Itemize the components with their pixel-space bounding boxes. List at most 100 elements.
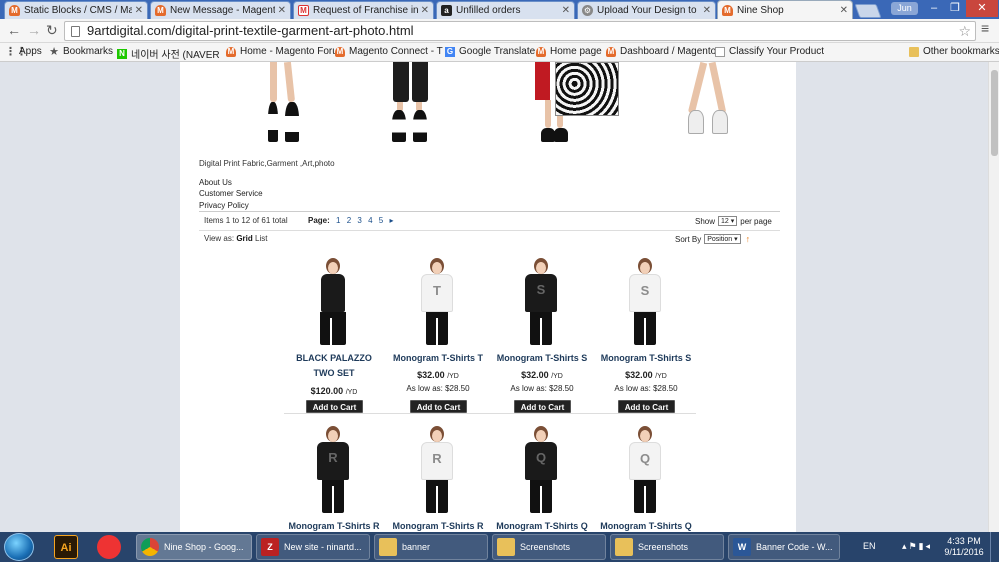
add-to-cart-button[interactable]: Add to Cart xyxy=(410,400,467,413)
close-icon[interactable]: ✕ xyxy=(135,5,143,16)
taskbar-item-banner-folder[interactable]: banner xyxy=(374,534,488,560)
product-image[interactable]: S xyxy=(624,258,668,346)
start-button[interactable] xyxy=(4,533,34,561)
view-list[interactable]: List xyxy=(255,234,267,243)
bookmark-apps[interactable]: ⋮⋮ Apps xyxy=(5,46,42,57)
bookmark-dashboard[interactable]: M Dashboard / Magento xyxy=(606,46,716,57)
close-icon[interactable]: ✕ xyxy=(840,5,848,16)
vertical-scrollbar[interactable] xyxy=(988,62,999,532)
reload-icon[interactable]: ↻ xyxy=(46,22,58,39)
link-customer-service[interactable]: Customer Service xyxy=(199,189,263,198)
bookmark-other[interactable]: Other bookmarks xyxy=(909,46,999,57)
tab-new-message[interactable]: M New Message - Magento ✕ xyxy=(150,1,291,19)
folder-icon xyxy=(497,538,515,556)
url-text: 9artdigital.com/digital-print-textile-ga… xyxy=(87,23,414,38)
restore-button[interactable]: ❐ xyxy=(945,0,965,17)
bookmark-google-translate[interactable]: G Google Translate xyxy=(445,46,535,57)
bookmark-star-icon[interactable]: ☆ xyxy=(958,22,971,40)
product-image[interactable]: R xyxy=(312,426,356,514)
add-to-cart-button[interactable]: Add to Cart xyxy=(514,400,571,413)
tab-franchise[interactable]: M Request of Franchise info ✕ xyxy=(293,1,434,19)
close-icon[interactable]: ✕ xyxy=(703,5,711,16)
new-tab-button[interactable] xyxy=(854,4,882,18)
taskbar-item-word[interactable]: W Banner Code - W... xyxy=(728,534,840,560)
product-image[interactable]: T xyxy=(416,258,460,346)
illustrator-icon[interactable]: Ai xyxy=(54,535,78,559)
product-image[interactable]: S xyxy=(520,258,564,346)
gear-icon: ⚙ xyxy=(582,5,593,16)
taskbar-item-screenshots-1[interactable]: Screenshots xyxy=(492,534,606,560)
per-page-control: Show 12 ▾ per page xyxy=(695,216,772,226)
close-icon[interactable]: ✕ xyxy=(421,5,429,16)
bookmark-magento-connect[interactable]: M Magento Connect - T xyxy=(335,46,443,57)
page-2[interactable]: 2 xyxy=(347,216,351,225)
minimize-button[interactable]: – xyxy=(924,0,944,17)
tab-nine-shop[interactable]: M Nine Shop ✕ xyxy=(717,0,853,19)
view-grid[interactable]: Grid xyxy=(236,234,252,243)
folder-icon xyxy=(379,538,397,556)
as-low-as-price: As low as: $28.50 xyxy=(510,384,574,393)
sort-direction-icon[interactable]: ↑ xyxy=(746,234,751,244)
product-name[interactable]: BLACK PALAZZO TWO SET xyxy=(286,351,382,381)
profile-badge[interactable]: Jun xyxy=(891,2,918,15)
product-name[interactable]: Monogram T-Shirts S xyxy=(494,351,590,366)
add-to-cart-button[interactable]: Add to Cart xyxy=(618,400,675,413)
close-window-button[interactable]: ✕ xyxy=(966,0,998,17)
product-image[interactable]: R xyxy=(416,426,460,514)
tab-unfilled-orders[interactable]: a Unfilled orders ✕ xyxy=(436,1,575,19)
toolbar-divider xyxy=(199,230,780,231)
as-low-as-price: As low as: $28.50 xyxy=(406,384,470,393)
product-name[interactable]: Monogram T-Shirts S xyxy=(598,351,694,366)
product-name[interactable]: Monogram T-Shirts Q xyxy=(494,519,590,532)
product-name[interactable]: Monogram T-Shirts R xyxy=(286,519,382,532)
link-privacy-policy[interactable]: Privacy Policy xyxy=(199,201,249,210)
bookmark-magento-forum[interactable]: M Home - Magento Foru xyxy=(226,46,338,57)
page-viewport: Digital Print Fabric,Garment ,Art,photo … xyxy=(0,62,988,532)
show-desktop-button[interactable] xyxy=(990,532,999,562)
page-icon xyxy=(71,26,80,37)
next-page-icon[interactable]: ▸ xyxy=(389,216,393,225)
menu-icon[interactable]: ≡ xyxy=(981,20,989,36)
amazon-icon: a xyxy=(441,5,452,16)
view-mode: View as: Grid List xyxy=(204,234,268,243)
system-tray-icons[interactable]: ▴⚑▮◂ xyxy=(902,541,932,552)
tab-static-blocks[interactable]: M Static Blocks / CMS / Mag ✕ xyxy=(4,1,148,19)
page-1[interactable]: 1 xyxy=(336,216,340,225)
product-image[interactable] xyxy=(312,258,356,346)
page-3[interactable]: 3 xyxy=(357,216,361,225)
magento-icon: M xyxy=(335,46,345,57)
page-5[interactable]: 5 xyxy=(379,216,383,225)
link-about-us[interactable]: About Us xyxy=(199,178,232,187)
scrollbar-thumb[interactable] xyxy=(991,70,998,156)
close-icon[interactable]: ✕ xyxy=(278,5,286,16)
taskbar-item-filezilla[interactable]: Z New site - ninartd... xyxy=(256,534,370,560)
product-image[interactable]: Q xyxy=(624,426,668,514)
taskbar-item-chrome[interactable]: Nine Shop - Goog... xyxy=(136,534,252,560)
address-bar[interactable]: 9artdigital.com/digital-print-textile-ga… xyxy=(64,21,976,41)
product-name[interactable]: Monogram T-Shirts Q xyxy=(598,519,694,532)
magento-icon: M xyxy=(606,46,616,57)
tab-upload-design[interactable]: ⚙ Upload Your Design to Fa ✕ xyxy=(577,1,716,19)
windows-taskbar: Ai Nine Shop - Goog... Z New site - nina… xyxy=(0,532,999,562)
back-arrow-icon[interactable]: ← xyxy=(7,22,21,38)
items-count: Items 1 to 12 of 61 total xyxy=(204,216,288,225)
per-page-select[interactable]: 12 ▾ xyxy=(718,216,738,226)
bookmark-classify-product[interactable]: Classify Your Product xyxy=(715,46,824,57)
system-clock[interactable]: 4:33 PM 9/11/2016 xyxy=(944,536,984,558)
product-name[interactable]: Monogram T-Shirts T xyxy=(390,351,486,366)
bookmark-home-page[interactable]: M Home page xyxy=(536,46,602,57)
page-4[interactable]: 4 xyxy=(368,216,372,225)
product-image[interactable]: Q xyxy=(520,426,564,514)
product-name[interactable]: Monogram T-Shirts R xyxy=(390,519,486,532)
bookmark-bookmarks[interactable]: ★ Bookmarks xyxy=(49,46,113,57)
app-icon[interactable] xyxy=(97,535,121,559)
taskbar-item-screenshots-2[interactable]: Screenshots xyxy=(610,534,724,560)
forward-arrow-icon[interactable]: → xyxy=(27,22,41,38)
sort-select[interactable]: Position ▾ xyxy=(704,234,741,244)
magento-icon: M xyxy=(155,5,166,16)
close-icon[interactable]: ✕ xyxy=(562,5,570,16)
product-price: $120.00 /YD xyxy=(310,386,358,396)
add-to-cart-button[interactable]: Add to Cart xyxy=(306,400,363,413)
language-indicator[interactable]: EN xyxy=(863,541,876,551)
bookmark-naver[interactable]: N 네이버 사전 (NAVER xyxy=(117,46,220,61)
